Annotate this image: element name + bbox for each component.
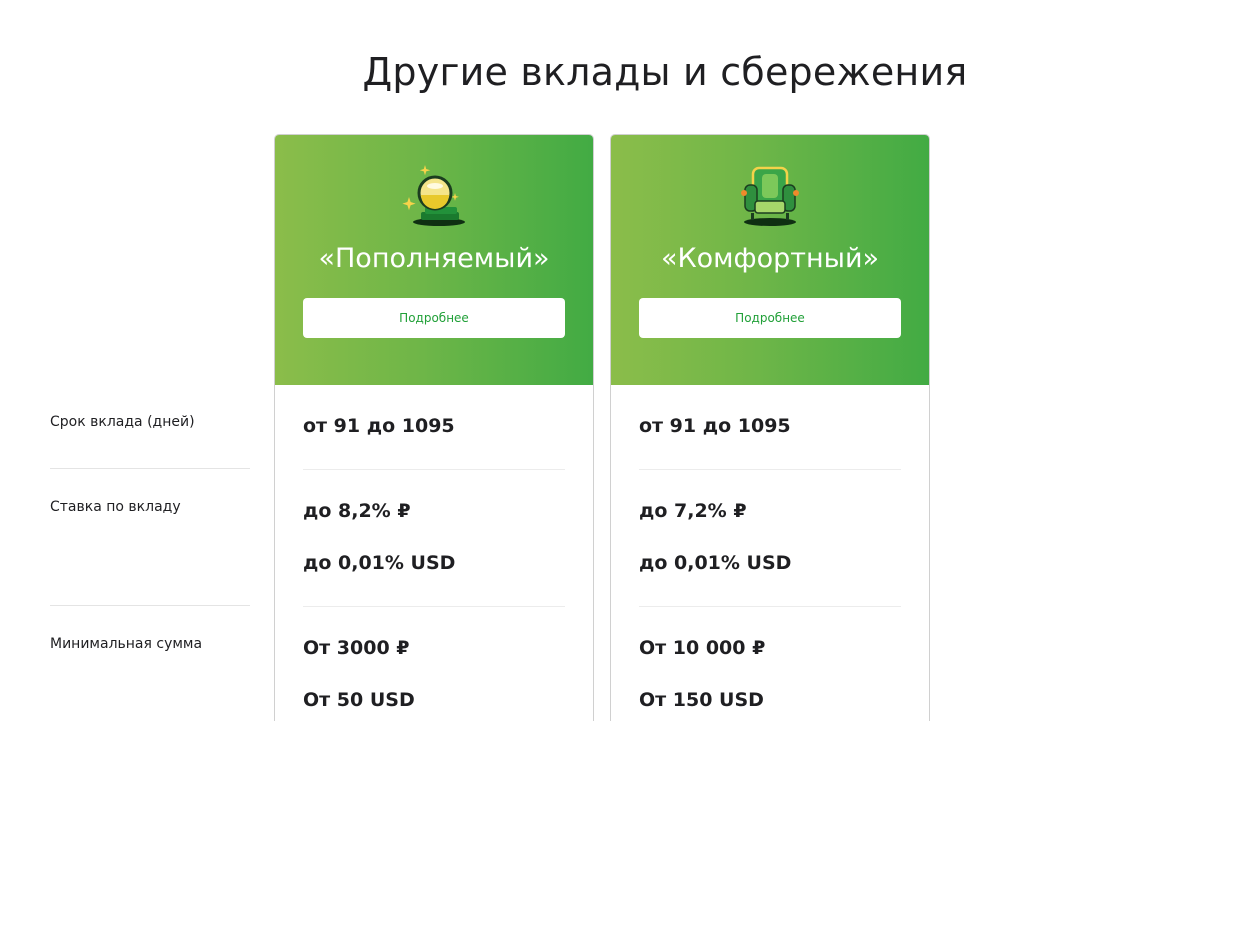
- min-amount-cell: От 3000 ₽ От 50 USD: [303, 607, 565, 721]
- details-button[interactable]: Подробнее: [303, 298, 565, 338]
- card-header: «Пополняемый» Подробнее: [275, 135, 593, 385]
- page-title: Другие вклады и сбережения: [362, 50, 968, 94]
- min-rub-value: От 3000 ₽: [303, 637, 410, 659]
- rate-rub-value: до 8,2% ₽: [303, 500, 411, 522]
- rate-usd-value: до 0,01% USD: [639, 552, 792, 574]
- term-cell: от 91 до 1095: [639, 385, 901, 470]
- card-title: «Комфортный»: [660, 243, 880, 274]
- card-body: от 91 до 1095 до 7,2% ₽ до 0,01% USD От …: [611, 385, 929, 721]
- min-usd-value: От 150 USD: [639, 689, 764, 711]
- term-value: от 91 до 1095: [639, 415, 791, 437]
- card-title: «Пополняемый»: [318, 243, 550, 274]
- min-amount-row-label: Минимальная сумма: [50, 636, 203, 652]
- details-button[interactable]: Подробнее: [639, 298, 901, 338]
- term-value: от 91 до 1095: [303, 415, 455, 437]
- term-cell: от 91 до 1095: [303, 385, 565, 470]
- card-body: от 91 до 1095 до 8,2% ₽ до 0,01% USD От …: [275, 385, 593, 721]
- min-amount-cell: От 10 000 ₽ От 150 USD: [639, 607, 901, 721]
- coin-stack-icon: [402, 165, 465, 226]
- rate-cell: до 8,2% ₽ до 0,01% USD: [303, 470, 565, 607]
- rate-usd-value: до 0,01% USD: [303, 552, 456, 574]
- card-header: «Комфортный» Подробнее: [611, 135, 929, 385]
- page: Другие вклады и сбережения Срок вклада (…: [0, 0, 1237, 930]
- rate-row-label: Ставка по вкладу: [50, 469, 250, 606]
- term-row-label: Срок вклада (дней): [50, 384, 250, 469]
- deposit-card-popolnyaemy: «Пополняемый» Подробнее от 91 до 1095 до…: [274, 134, 594, 721]
- min-rub-value: От 10 000 ₽: [639, 637, 766, 659]
- deposit-card-komfortny: «Комфортный» Подробнее от 91 до 1095 до …: [610, 134, 930, 721]
- row-labels: Срок вклада (дней) Ставка по вкладу Мини…: [50, 384, 250, 726]
- min-usd-value: От 50 USD: [303, 689, 415, 711]
- rate-cell: до 7,2% ₽ до 0,01% USD: [639, 470, 901, 607]
- rate-rub-value: до 7,2% ₽: [639, 500, 747, 522]
- armchair-icon: [741, 166, 799, 226]
